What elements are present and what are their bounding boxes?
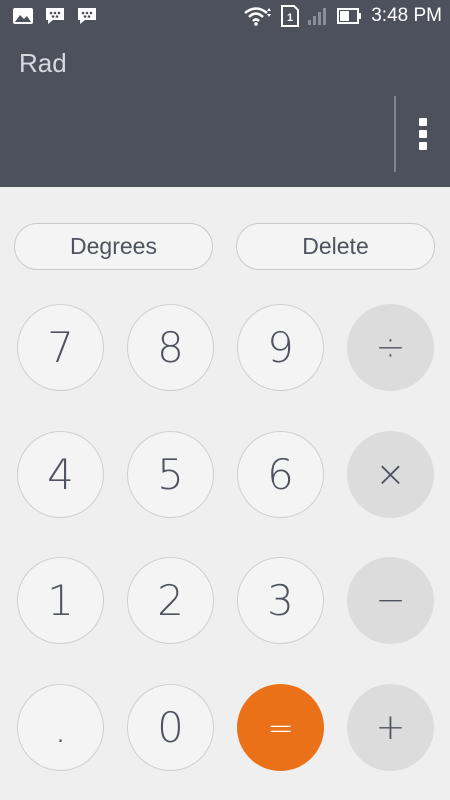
bbm-icon <box>76 6 98 26</box>
add-button[interactable]: + <box>347 684 434 771</box>
image-icon <box>12 7 34 25</box>
key-3[interactable]: 3 <box>237 557 324 644</box>
key-6[interactable]: 6 <box>237 431 324 518</box>
key-7[interactable]: 7 <box>17 304 104 391</box>
equals-button[interactable]: = <box>237 684 324 771</box>
sim-slot-number: 1 <box>287 12 293 24</box>
battery-icon <box>337 7 363 25</box>
key-2[interactable]: 2 <box>127 557 214 644</box>
key-0[interactable]: 0 <box>127 684 214 771</box>
degrees-button[interactable]: Degrees <box>14 223 213 270</box>
status-time: 3:48 PM <box>371 5 442 26</box>
subtract-button[interactable]: − <box>347 557 434 644</box>
signal-icon <box>307 6 329 26</box>
calculator-display: Rad <box>0 32 450 187</box>
delete-button[interactable]: Delete <box>236 223 435 270</box>
key-4[interactable]: 4 <box>17 431 104 518</box>
key-9[interactable]: 9 <box>237 304 324 391</box>
more-vert-icon[interactable] <box>406 112 440 156</box>
bbm-icon <box>44 6 66 26</box>
status-bar: 1 3:48 PM <box>0 0 450 32</box>
key-8[interactable]: 8 <box>127 304 214 391</box>
key-5[interactable]: 5 <box>127 431 214 518</box>
sim-icon: 1 <box>281 5 300 27</box>
multiply-button[interactable]: × <box>347 431 434 518</box>
divide-button[interactable]: ÷ <box>347 304 434 391</box>
wifi-icon <box>243 5 273 27</box>
decimal-point-button[interactable]: . <box>17 684 104 771</box>
angle-mode-label: Rad <box>19 48 67 78</box>
input-cursor <box>394 96 396 172</box>
key-1[interactable]: 1 <box>17 557 104 644</box>
